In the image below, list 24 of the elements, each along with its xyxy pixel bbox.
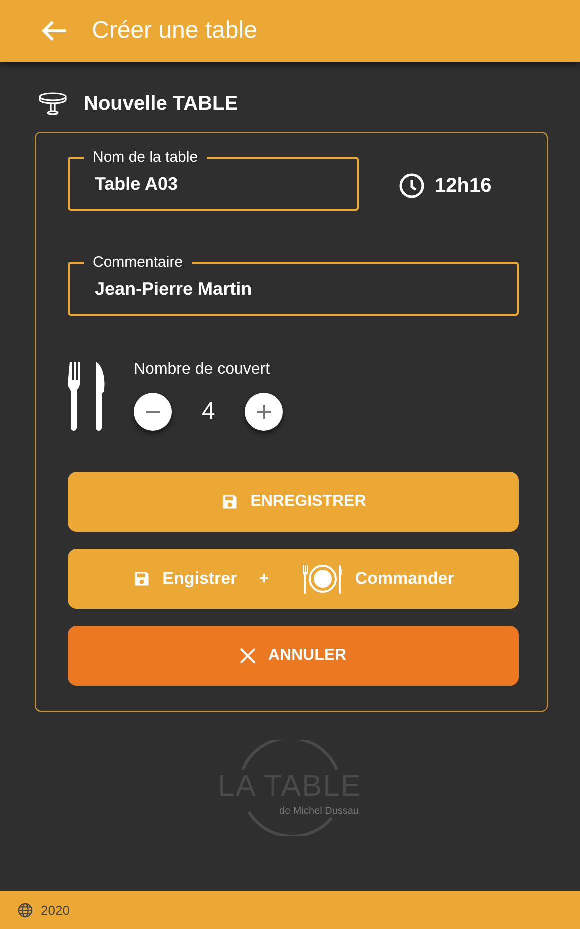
time-text: 12h16 [435,174,492,198]
plus-icon [256,404,272,420]
table-icon [38,92,68,116]
plate-cutlery-icon [303,564,344,594]
globe-icon [18,902,33,918]
back-arrow-icon [40,19,68,43]
save-button[interactable]: ENREGISTRER [68,472,519,532]
clock-icon [399,173,425,199]
field-label: Commentaire [92,254,184,272]
section-title: Nouvelle TABLE [84,92,238,116]
save-and-order-button[interactable]: Engistrer + Commander [68,549,519,609]
field-label: Nom de la table [92,149,200,167]
footer-year: 2020 [41,902,70,918]
logo-subtitle: de Michel Dussau [280,806,359,817]
decrement-button[interactable] [134,393,172,431]
table-name-field[interactable]: Table A03 [68,165,359,211]
cancel-button[interactable]: ANNULER [68,626,519,686]
increment-button[interactable] [245,393,284,431]
covers-count: 4 [202,398,216,426]
minus-icon [146,411,160,413]
page-title: Créer une table [92,17,258,45]
covers-label: Nombre de couvert [134,361,272,379]
close-icon [240,648,256,664]
comment-field[interactable]: Jean-Pierre Martin [68,270,519,316]
